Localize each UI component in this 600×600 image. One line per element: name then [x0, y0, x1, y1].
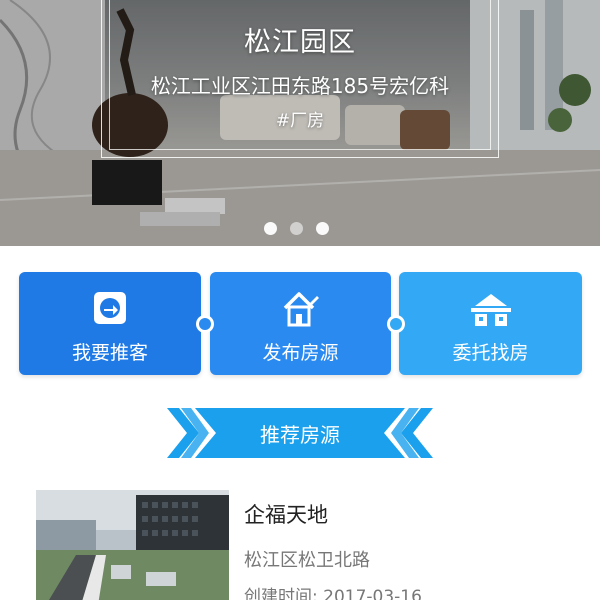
- recommended-section-header: 推荐房源: [165, 408, 435, 458]
- listing-item[interactable]: 企福天地 松江区松卫北路 创建时间: 2017-03-16: [0, 490, 600, 600]
- listing-location: 松江区松卫北路: [244, 550, 370, 571]
- publish-listing-button[interactable]: 发布房源: [210, 272, 391, 375]
- carousel-dot-2[interactable]: [290, 222, 303, 235]
- entrust-search-button[interactable]: 委托找房: [399, 272, 582, 375]
- publish-listing-label: 发布房源: [262, 342, 339, 364]
- section-title: 推荐房源: [260, 423, 340, 447]
- button-connector: [387, 315, 405, 333]
- listing-thumbnail: [36, 490, 229, 600]
- refer-customer-label: 我要推客: [71, 342, 148, 364]
- houses-icon: [469, 290, 513, 332]
- button-connector: [196, 315, 214, 333]
- carousel-pagination: [264, 222, 329, 236]
- listing-name: 企福天地: [244, 503, 328, 527]
- banner-address: 松江工业区江田东路185号宏亿科: [150, 74, 450, 98]
- banner-carousel[interactable]: 松江园区 松江工业区江田东路185号宏亿科 #厂房: [0, 0, 600, 246]
- banner-title: 松江园区: [244, 27, 356, 58]
- carousel-dot-3[interactable]: [316, 222, 329, 235]
- refer-customer-button[interactable]: 我要推客: [19, 272, 201, 375]
- entrust-search-label: 委托找房: [452, 342, 529, 364]
- banner-tag: #厂房: [275, 111, 325, 131]
- action-row: 我要推客 发布房源 委托找房: [0, 272, 600, 376]
- listing-created: 创建时间: 2017-03-16: [244, 582, 422, 600]
- created-label: 创建时间:: [244, 587, 318, 600]
- share-arrow-icon: [92, 290, 128, 330]
- carousel-dot-1[interactable]: [264, 222, 277, 235]
- created-date: 2017-03-16: [323, 587, 422, 600]
- house-publish-icon: [281, 290, 321, 332]
